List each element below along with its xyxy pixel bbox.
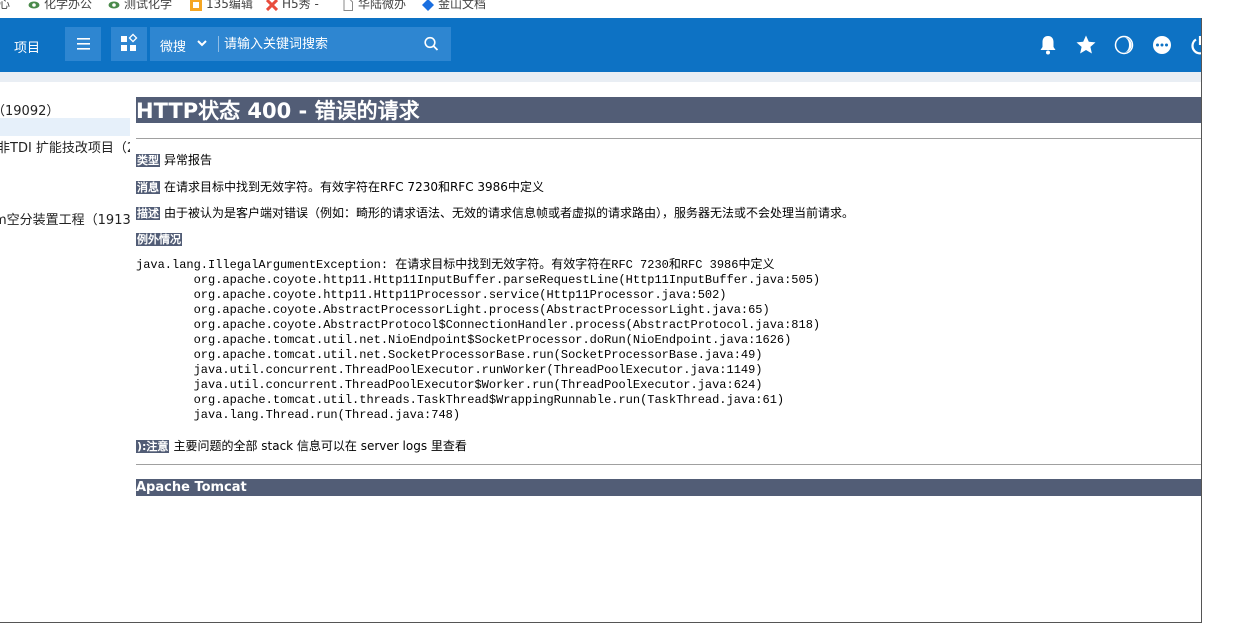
bookmark-item[interactable]: 金山文档 xyxy=(422,0,486,12)
search-input[interactable] xyxy=(224,31,414,57)
stacktrace-line: java.lang.Thread.run(Thread.java:748) xyxy=(193,408,461,422)
exception-row: 例外情况 xyxy=(136,231,186,247)
search-divider xyxy=(218,36,219,52)
search-icon xyxy=(424,36,439,51)
search-button[interactable] xyxy=(420,34,444,54)
stacktrace-line: java.util.concurrent.ThreadPoolExecutor$… xyxy=(193,378,763,392)
description-row: 描述 由于被认为是客户端对错误（例如：畸形的请求语法、无效的请求信息帧或者虚拟的请… xyxy=(136,204,854,221)
135-icon xyxy=(190,0,202,11)
sidebar-item[interactable] xyxy=(0,171,130,191)
sidebar-item[interactable]: m空分装置工程（19134） xyxy=(0,207,130,227)
bookmark-item[interactable]: 135编辑 xyxy=(190,0,253,12)
type-row: 类型 异常报告 xyxy=(136,151,212,168)
stacktrace-line: org.apache.coyote.AbstractProcessorLight… xyxy=(193,303,770,317)
stacktrace-line: org.apache.coyote.http11.Http11Processor… xyxy=(193,288,727,302)
note-row: ):注意 主要问题的全部 stack 信息可以在 server logs 里查看 xyxy=(136,437,467,454)
message-label: 消息 xyxy=(136,181,160,194)
kdocs-icon xyxy=(422,0,434,11)
favorites-button[interactable] xyxy=(1075,34,1097,56)
moon-icon xyxy=(1114,35,1134,55)
header-subbar xyxy=(0,72,1202,82)
project-label[interactable]: 项目 xyxy=(14,37,40,56)
hamburger-icon xyxy=(77,38,90,50)
more-icon xyxy=(1153,36,1171,54)
note-label: ):注意 xyxy=(136,440,170,453)
search-box: 微搜 xyxy=(150,27,451,61)
apps-grid-icon xyxy=(121,33,138,51)
bookmarks-bar: 心 化学办公 测试化学 135编辑 H5秀 - 华陆微办 金山文档 xyxy=(0,0,1202,18)
app-header: 项目 微搜 xyxy=(0,18,1202,72)
message-value: 在请求目标中找到无效字符。有效字符在RFC 7230和RFC 3986中定义 xyxy=(164,180,544,194)
divider xyxy=(136,464,1201,465)
doc-icon xyxy=(343,0,353,11)
more-button[interactable] xyxy=(1151,34,1173,56)
stacktrace-line: org.apache.tomcat.util.threads.TaskThrea… xyxy=(193,393,785,407)
stacktrace: java.lang.IllegalArgumentException: 在请求目… xyxy=(136,258,820,423)
bookmark-item[interactable]: 化学办公 xyxy=(28,0,92,12)
message-row: 消息 在请求目标中找到无效字符。有效字符在RFC 7230和RFC 3986中定义 xyxy=(136,178,544,195)
bookmark-item[interactable]: H5秀 - xyxy=(266,0,319,12)
note-value: 主要问题的全部 stack 信息可以在 server logs 里查看 xyxy=(173,439,467,453)
description-label: 描述 xyxy=(136,207,160,220)
chevron-down-icon xyxy=(197,40,207,47)
server-footer: Apache Tomcat xyxy=(136,479,1201,496)
stacktrace-line: org.apache.tomcat.util.net.NioEndpoint$S… xyxy=(193,333,792,347)
eye-icon xyxy=(108,1,120,8)
search-scope-dropdown[interactable]: 微搜 xyxy=(150,27,216,61)
window-border xyxy=(0,622,1202,623)
apps-button[interactable] xyxy=(111,27,147,61)
h5-icon xyxy=(266,0,278,11)
search-scope-label: 微搜 xyxy=(160,40,187,55)
sidebar-item-selected[interactable] xyxy=(0,118,130,136)
stacktrace-line: org.apache.coyote.AbstractProtocol$Conne… xyxy=(193,318,821,332)
sidebar-item[interactable]: （19092） xyxy=(0,98,130,118)
stacktrace-line: org.apache.coyote.http11.Http11InputBuff… xyxy=(193,273,821,287)
star-icon xyxy=(1076,35,1096,54)
bell-icon xyxy=(1040,36,1056,55)
desktop-background xyxy=(1202,0,1250,629)
bookmark-item[interactable]: 华陆微办 xyxy=(342,0,406,12)
menu-button[interactable] xyxy=(65,27,101,61)
description-value: 由于被认为是客户端对错误（例如：畸形的请求语法、无效的请求信息帧或者虚拟的请求路… xyxy=(164,206,855,220)
bookmark-item[interactable]: 心 xyxy=(0,0,10,12)
notifications-button[interactable] xyxy=(1037,34,1059,56)
stacktrace-line: java.util.concurrent.ThreadPoolExecutor.… xyxy=(193,363,763,377)
project-sidebar: （19092） 非TDI 扩能技改项目（20 m空分装置工程（19134） xyxy=(0,82,130,622)
type-value: 异常报告 xyxy=(164,153,213,167)
stacktrace-line: java.lang.IllegalArgumentException: 在请求目… xyxy=(136,258,775,272)
error-title: HTTP状态 400 - 错误的请求 xyxy=(136,97,1201,123)
stacktrace-line: org.apache.tomcat.util.net.SocketProcess… xyxy=(193,348,763,362)
bookmark-item[interactable]: 测试化学 xyxy=(108,0,172,12)
theme-button[interactable] xyxy=(1113,34,1135,56)
sidebar-item[interactable]: 非TDI 扩能技改项目（20 xyxy=(0,135,130,155)
eye-icon xyxy=(28,1,40,8)
type-label: 类型 xyxy=(136,154,160,167)
exception-label: 例外情况 xyxy=(136,233,182,246)
divider xyxy=(136,138,1201,139)
